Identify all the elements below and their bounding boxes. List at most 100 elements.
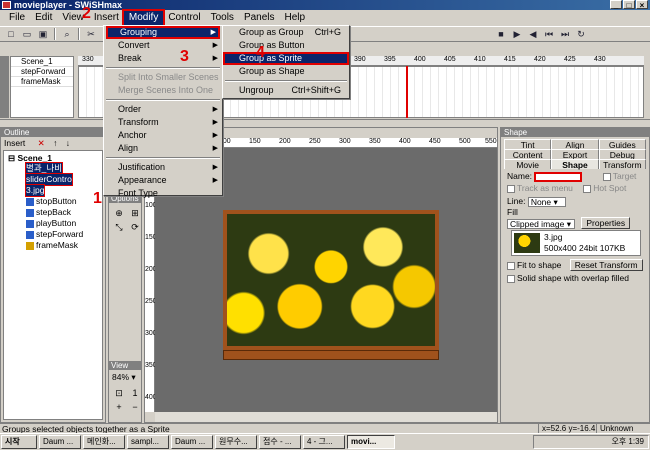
menu-item-grouping[interactable]: Grouping ▶ [106, 26, 220, 39]
timeline-layer[interactable]: Scene_1 [11, 57, 73, 67]
flower-photo[interactable] [223, 210, 439, 350]
cut-icon[interactable]: ✂ [84, 28, 98, 40]
delete-icon[interactable]: ✕ [38, 138, 45, 148]
menu-tools[interactable]: Tools [206, 11, 239, 25]
tree-item[interactable]: playButton [26, 218, 76, 229]
menu-item-align[interactable]: Align ▶ [104, 142, 222, 155]
zoom-dropdown[interactable]: 84% [112, 372, 129, 382]
zoom-100-icon[interactable]: 1 [128, 387, 142, 399]
fill-type-select[interactable]: Clipped image ▾ [507, 218, 575, 229]
menu-file[interactable]: File [4, 11, 30, 25]
taskbar-item[interactable]: Daum ... [171, 435, 213, 449]
scale-icon[interactable]: ⤡ [112, 221, 126, 233]
menu-item-appearance[interactable]: Appearance ▶ [104, 174, 222, 187]
up-arrow-icon[interactable]: ↑ [53, 138, 57, 148]
taskbar-item[interactable]: 4 - 그... [303, 435, 345, 449]
find-icon[interactable]: ⌕ [60, 28, 74, 40]
tab-tint[interactable]: Tint [504, 139, 552, 150]
menu-modify[interactable]: Modify [121, 9, 166, 27]
menu-item-break[interactable]: Break ▶ [104, 52, 222, 65]
tree-item[interactable]: frameMask [26, 240, 78, 251]
new-icon[interactable]: □ [4, 28, 18, 40]
timeline-layer[interactable]: stepForward [11, 67, 73, 77]
reset-transform-button[interactable]: Reset Transform [569, 259, 643, 271]
grid-icon[interactable]: ⊞ [128, 207, 142, 219]
stop-icon[interactable]: ■ [494, 28, 508, 40]
minimize-button[interactable]: _ [610, 0, 622, 10]
forward-icon[interactable]: ⏭ [558, 28, 572, 40]
rotate-icon[interactable]: ⟳ [128, 221, 142, 233]
menu-item-group-as-sprite[interactable]: Group as Sprite [223, 52, 349, 65]
menu-item-order[interactable]: Order ▶ [104, 103, 222, 116]
insert-dropdown[interactable]: Insert [4, 138, 25, 148]
tree-item[interactable]: 별과_나비 [24, 162, 64, 175]
tab-shape[interactable]: Shape [551, 159, 599, 170]
down-arrow-icon[interactable]: ↓ [66, 138, 70, 148]
zoom-in-icon[interactable]: + [112, 401, 126, 413]
timeline-playhead[interactable] [406, 66, 408, 118]
ruler-tick: 500 [459, 138, 471, 145]
menu-item-font-type[interactable]: Font Type [104, 187, 222, 200]
tree-item[interactable]: sliderContro [25, 173, 73, 186]
toolbar-separator [78, 28, 80, 40]
menu-item-transform[interactable]: Transform ▶ [104, 116, 222, 129]
open-icon[interactable]: ▭ [20, 28, 34, 40]
tab-export[interactable]: Export [551, 149, 599, 160]
zoom-fit-icon[interactable]: ⊡ [112, 387, 126, 399]
menu-insert[interactable]: Insert [89, 11, 124, 25]
tab-content[interactable]: Content [504, 149, 552, 160]
menu-edit[interactable]: Edit [30, 11, 57, 25]
menu-item-ungroup[interactable]: Ungroup Ctrl+Shift+G [223, 84, 349, 97]
taskbar-item[interactable]: sampl... [127, 435, 169, 449]
step-back-icon[interactable]: ◀ [526, 28, 540, 40]
solid-shape-checkbox[interactable] [507, 274, 515, 283]
menu-item-group-as-button[interactable]: Group as Button [223, 39, 349, 52]
menu-item-justification[interactable]: Justification ▶ [104, 161, 222, 174]
tab-debug[interactable]: Debug [598, 149, 646, 160]
close-button[interactable]: × [636, 0, 648, 10]
hot-spot-checkbox[interactable] [583, 184, 592, 193]
menu-panels[interactable]: Panels [239, 11, 280, 25]
taskbar-item[interactable]: 메인화... [83, 435, 125, 449]
tree-item[interactable]: 3.jpg [24, 184, 46, 197]
name-input[interactable] [534, 171, 583, 182]
stage-scrollbar[interactable] [155, 412, 497, 422]
properties-button[interactable]: Properties [581, 217, 631, 229]
track-as-menu-checkbox[interactable] [507, 184, 515, 193]
tree-item[interactable]: stepBack [26, 207, 71, 218]
movie-control-bar[interactable] [223, 350, 439, 360]
rewind-icon[interactable]: ⏮ [542, 28, 556, 40]
tree-item[interactable]: stopButton [26, 196, 77, 207]
tree-item[interactable]: stepForward [26, 229, 83, 240]
fit-to-shape-checkbox[interactable] [507, 261, 515, 270]
menu-help[interactable]: Help [280, 11, 311, 25]
menu-item-anchor[interactable]: Anchor ▶ [104, 129, 222, 142]
loop-icon[interactable]: ↻ [574, 28, 588, 40]
taskbar-item[interactable]: 접수 - ... [259, 435, 301, 449]
start-button[interactable]: 시작 [1, 435, 37, 449]
menu-item-split-scenes[interactable]: Split Into Smaller Scenes [104, 71, 222, 84]
taskbar-item[interactable]: 원무수... [215, 435, 257, 449]
tab-transform[interactable]: Transform [598, 159, 646, 170]
tab-align[interactable]: Align [551, 139, 599, 150]
play-icon[interactable]: ▶ [510, 28, 524, 40]
taskbar-item-active[interactable]: movi... [347, 435, 395, 449]
save-icon[interactable]: ▣ [36, 28, 50, 40]
maximize-button[interactable]: □ [623, 0, 635, 10]
tab-movie[interactable]: Movie [504, 159, 552, 170]
menu-control[interactable]: Control [163, 11, 205, 25]
taskbar-item[interactable]: Daum ... [39, 435, 81, 449]
menu-item-convert[interactable]: Convert ▶ [104, 39, 222, 52]
menu-item-group-as-shape[interactable]: Group as Shape [223, 65, 349, 78]
line-select[interactable]: None ▾ [527, 196, 566, 207]
target-checkbox[interactable] [602, 172, 611, 181]
timeline-layer[interactable]: frameMask [11, 77, 73, 87]
image-list[interactable]: 3.jpg 500x400 24bit 107KB [511, 230, 641, 256]
snap-icon[interactable]: ⊕ [112, 207, 126, 219]
name-label: Name: [507, 171, 533, 181]
tab-guides[interactable]: Guides [598, 139, 646, 150]
zoom-out-icon[interactable]: − [128, 401, 142, 413]
ruler-tick: 250 [309, 138, 321, 145]
menu-item-group-as-group[interactable]: Group as Group Ctrl+G [223, 26, 349, 39]
menu-item-merge-scenes[interactable]: Merge Scenes Into One [104, 84, 222, 97]
